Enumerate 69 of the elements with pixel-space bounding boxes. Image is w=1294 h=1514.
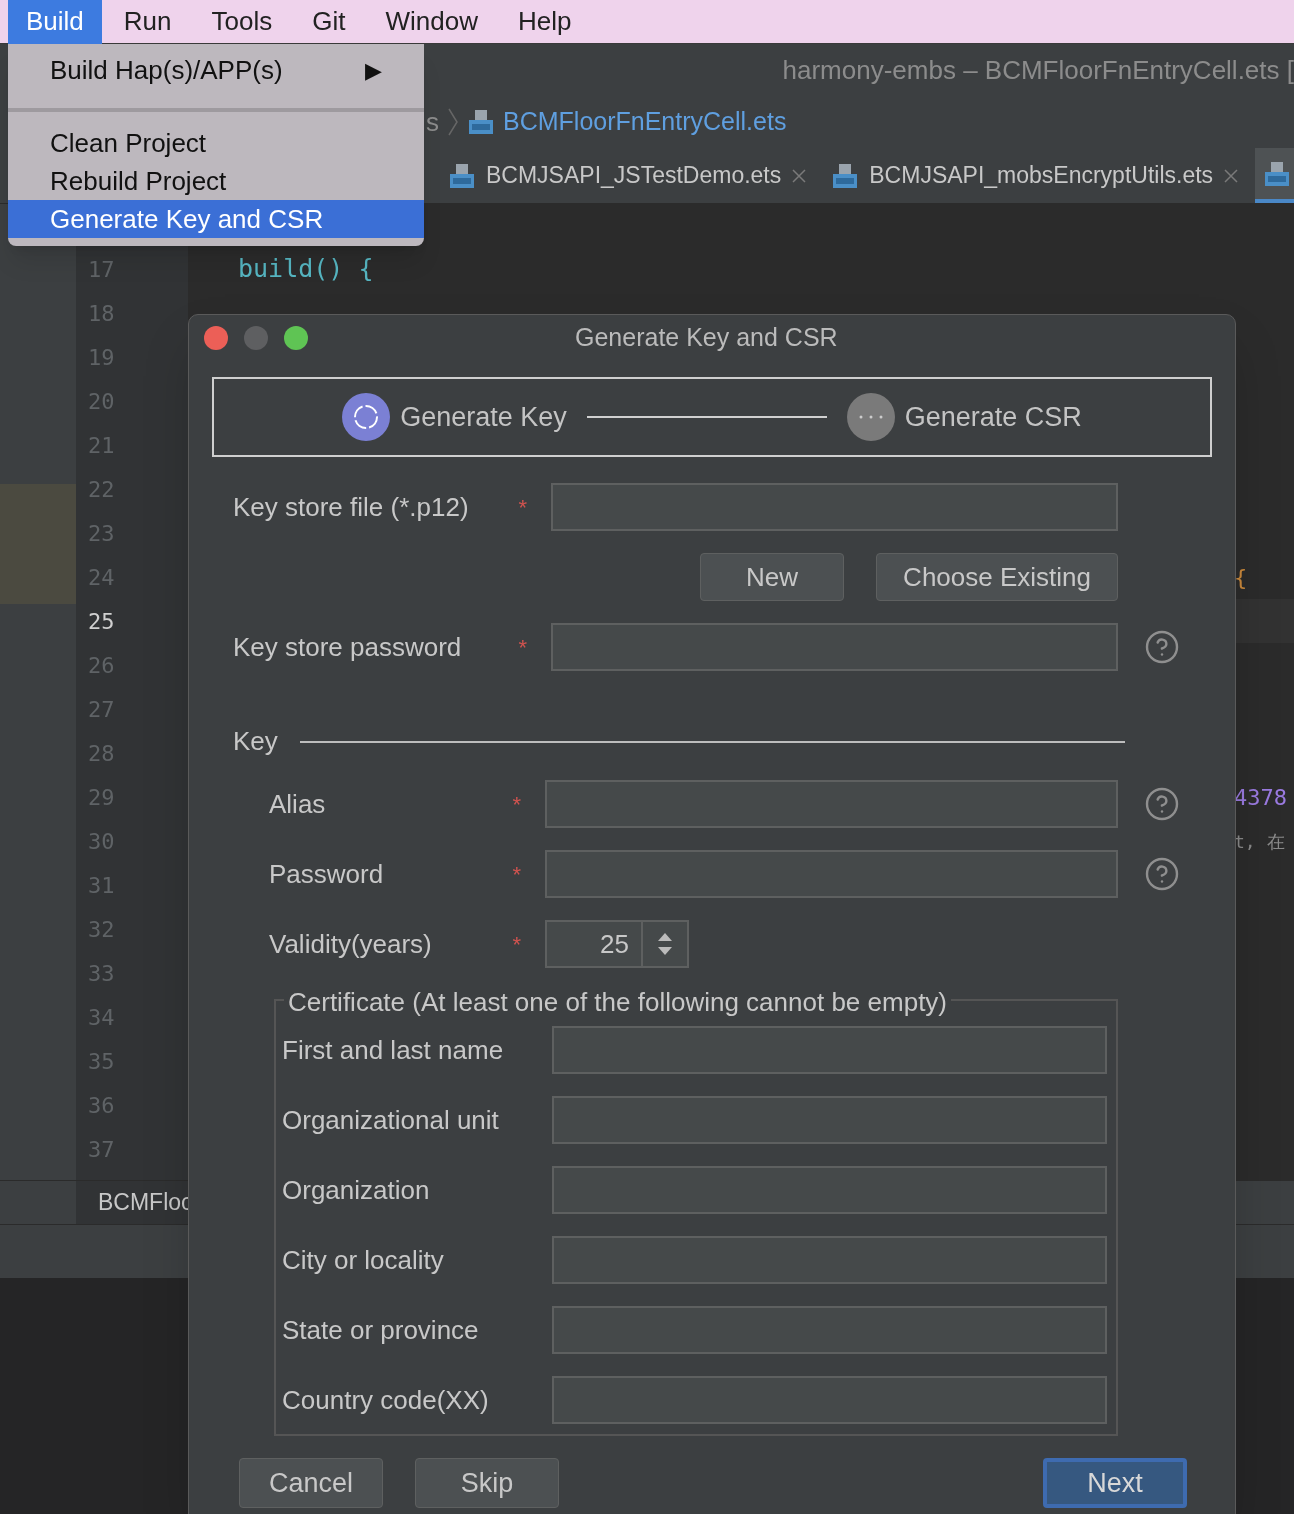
menu-item[interactable]: Rebuild Project (8, 162, 424, 200)
window-title: harmony-embs – BCMFloorFnEntryCell.ets [ (782, 53, 1294, 87)
dialog-title: Generate Key and CSR (575, 322, 838, 354)
input-field[interactable] (552, 1096, 1107, 1144)
input-field[interactable] (552, 1166, 1107, 1214)
code-fragment: t, 在 (1234, 829, 1286, 854)
chevron-icon (447, 107, 459, 137)
menu-item[interactable]: Tools (193, 0, 291, 44)
field-label: Organization (282, 1173, 431, 1207)
help-icon[interactable] (1144, 856, 1180, 892)
section-title: Key (233, 725, 278, 758)
number-spinner[interactable]: 25 (545, 920, 689, 968)
field-label: Password (269, 857, 384, 891)
field-label: Validity(years) (269, 927, 432, 961)
input-field[interactable] (552, 1376, 1107, 1424)
field-label: Key store file (*.p12) (233, 490, 469, 524)
input-field[interactable] (552, 1026, 1107, 1074)
field-label: First and last name (282, 1033, 505, 1067)
file-icon (831, 161, 860, 190)
minimize-icon (244, 326, 268, 350)
menu-item[interactable]: Clean Project (8, 124, 424, 162)
menu-item[interactable]: Build Hap(s)/APP(s) ▶ (8, 44, 424, 96)
required-mark: * (512, 930, 521, 959)
dialog-button[interactable]: Skip (415, 1458, 559, 1508)
file-icon (448, 161, 476, 190)
action-button[interactable]: New (700, 553, 845, 601)
dialog-button[interactable]: Cancel (239, 1458, 383, 1508)
editor-tab[interactable]: BCMJSAPI_mobsEncryptUtils.ets (823, 148, 1256, 203)
required-mark: * (518, 493, 527, 522)
required-mark: * (512, 790, 521, 819)
input-field[interactable] (545, 780, 1118, 828)
file-icon (1263, 159, 1292, 188)
input-field[interactable] (545, 850, 1118, 898)
input-field[interactable] (551, 483, 1118, 531)
code-line: build() { (237, 253, 374, 286)
file-icon (467, 108, 495, 136)
action-button[interactable]: Choose Existing (876, 553, 1118, 601)
help-icon[interactable] (1144, 629, 1180, 665)
close-icon[interactable] (1223, 167, 1240, 184)
field-label: City or locality (282, 1243, 445, 1277)
input-field[interactable] (552, 1306, 1107, 1354)
menu-item[interactable]: Git (294, 0, 364, 44)
step-label: Generate CSR (904, 400, 1082, 434)
menu-item[interactable]: Run (105, 0, 190, 44)
next-button[interactable]: Next (1043, 1458, 1187, 1508)
field-label: Organizational unit (282, 1103, 500, 1137)
breadcrumb-item[interactable]: BCMFloorFnEntryCell.ets (503, 103, 787, 141)
input-field[interactable] (552, 1236, 1107, 1284)
field-label: Alias (269, 787, 326, 821)
step-label: Generate Key (400, 400, 567, 434)
editor-tab[interactable] (1255, 148, 1294, 203)
menu-item[interactable]: Build (8, 0, 102, 44)
menu-item[interactable]: Window (367, 0, 496, 44)
input-field[interactable] (551, 623, 1118, 671)
menu-item[interactable]: Generate Key and CSR (8, 200, 424, 238)
field-label: State or province (282, 1313, 480, 1347)
editor-tab[interactable]: BCMJSAPI_JSTestDemo.ets (440, 148, 824, 203)
code-fragment: 4378 (1234, 783, 1288, 812)
field-label: Country code(XX) (282, 1383, 490, 1417)
field-label: Key store password (233, 630, 462, 664)
menu-item[interactable]: Help (499, 0, 590, 44)
close-icon[interactable] (791, 167, 808, 184)
close-icon[interactable] (204, 326, 228, 350)
help-icon[interactable] (1144, 786, 1180, 822)
required-mark: * (512, 860, 521, 889)
code-fragment: { (1234, 563, 1249, 592)
required-mark: * (518, 633, 527, 662)
line-number: 25 (88, 607, 115, 636)
zoom-icon[interactable] (284, 326, 308, 350)
